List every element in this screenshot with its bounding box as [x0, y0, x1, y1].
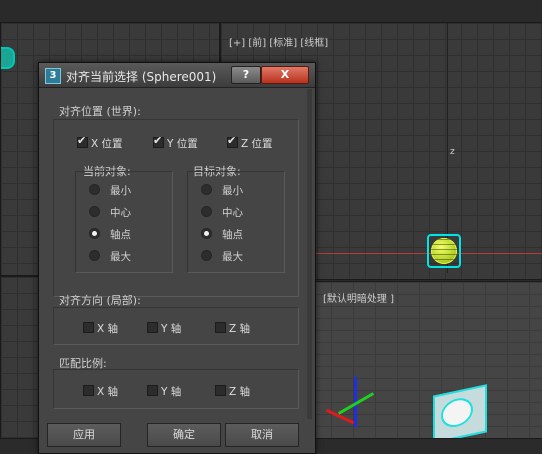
radio-icon — [89, 250, 100, 261]
radio-icon — [201, 206, 212, 217]
radio-label: 最小 — [110, 185, 131, 197]
radio-icon — [201, 184, 212, 195]
target-max-radio[interactable]: 最大 — [201, 249, 243, 264]
checkbox-icon — [215, 322, 226, 333]
selected-object-edge[interactable] — [1, 47, 15, 69]
app-icon: 3 — [45, 68, 61, 84]
radio-icon — [201, 250, 212, 261]
checkbox-icon — [147, 385, 158, 396]
target-center-radio[interactable]: 中心 — [201, 205, 243, 220]
viewport-front-label[interactable]: [+] [前] [标准] [线框] — [229, 34, 328, 49]
checkbox-check-icon — [153, 134, 164, 148]
align-selection-dialog: 3 对齐当前选择 (Sphere001) ? X 对齐位置 (世界): X 位置… — [38, 62, 316, 454]
viewport-perspective-label[interactable]: [默认明暗处理 ] — [323, 290, 394, 305]
orient-y-checkbox[interactable]: Y 轴 — [147, 321, 181, 336]
y-position-checkbox[interactable]: Y 位置 — [153, 134, 198, 151]
target-pivot-radio[interactable]: 轴点 — [201, 227, 243, 242]
x-position-checkbox[interactable]: X 位置 — [77, 134, 123, 151]
radio-label: 轴点 — [222, 229, 243, 241]
radio-label: 中心 — [110, 207, 131, 219]
current-max-radio[interactable]: 最大 — [89, 249, 131, 264]
dialog-scrollbar[interactable] — [307, 89, 312, 419]
z-position-label: Z 位置 — [241, 138, 273, 150]
orient-z-label: Z 轴 — [229, 323, 251, 335]
scale-y-checkbox[interactable]: Y 轴 — [147, 384, 181, 399]
radio-selected-icon — [201, 228, 212, 239]
radio-label: 中心 — [222, 207, 243, 219]
radio-label: 最小 — [222, 185, 243, 197]
z-position-checkbox[interactable]: Z 位置 — [227, 134, 273, 151]
box-object[interactable] — [433, 384, 487, 438]
target-min-radio[interactable]: 最小 — [201, 183, 243, 198]
scale-x-checkbox[interactable]: X 轴 — [83, 384, 118, 399]
y-position-label: Y 位置 — [167, 138, 198, 150]
checkbox-icon — [83, 385, 94, 396]
radio-label: 最大 — [222, 251, 243, 263]
scale-z-label: Z 轴 — [229, 386, 251, 398]
orient-z-checkbox[interactable]: Z 轴 — [215, 321, 250, 336]
checkbox-icon — [147, 322, 158, 333]
x-position-label: X 位置 — [91, 138, 123, 150]
apply-button[interactable]: 应用 — [47, 423, 121, 447]
sphere-wireframe — [431, 238, 457, 264]
orient-y-label: Y 轴 — [161, 323, 182, 335]
checkbox-icon — [215, 385, 226, 396]
help-button[interactable]: ? — [231, 66, 261, 84]
align-orientation-title: 对齐方向 (局部): — [59, 294, 141, 307]
radio-icon — [89, 184, 100, 195]
viewport-top-strip — [0, 0, 542, 23]
sphere-inside-box — [443, 397, 471, 428]
axis-z-label: z — [450, 147, 455, 157]
checkbox-check-icon — [77, 134, 88, 148]
dialog-titlebar[interactable]: 3 对齐当前选择 (Sphere001) ? X — [39, 63, 315, 88]
radio-label: 最大 — [110, 251, 131, 263]
align-position-title: 对齐位置 (世界): — [59, 105, 141, 118]
checkbox-check-icon — [227, 134, 238, 148]
checkbox-icon — [83, 322, 94, 333]
dialog-title: 对齐当前选择 (Sphere001) — [66, 70, 217, 84]
current-center-radio[interactable]: 中心 — [89, 205, 131, 220]
radio-label: 轴点 — [110, 229, 131, 241]
sphere-object[interactable] — [427, 234, 461, 268]
ok-button[interactable]: 确定 — [147, 423, 221, 447]
scale-z-checkbox[interactable]: Z 轴 — [215, 384, 250, 399]
cancel-button[interactable]: 取消 — [225, 423, 299, 447]
current-pivot-radio[interactable]: 轴点 — [89, 227, 131, 242]
orient-x-checkbox[interactable]: X 轴 — [83, 321, 118, 336]
orient-x-label: X 轴 — [97, 323, 119, 335]
radio-icon — [89, 206, 100, 217]
scale-y-label: Y 轴 — [161, 386, 182, 398]
scale-x-label: X 轴 — [97, 386, 119, 398]
radio-selected-icon — [89, 228, 100, 239]
current-min-radio[interactable]: 最小 — [89, 183, 131, 198]
close-button[interactable]: X — [261, 66, 309, 84]
